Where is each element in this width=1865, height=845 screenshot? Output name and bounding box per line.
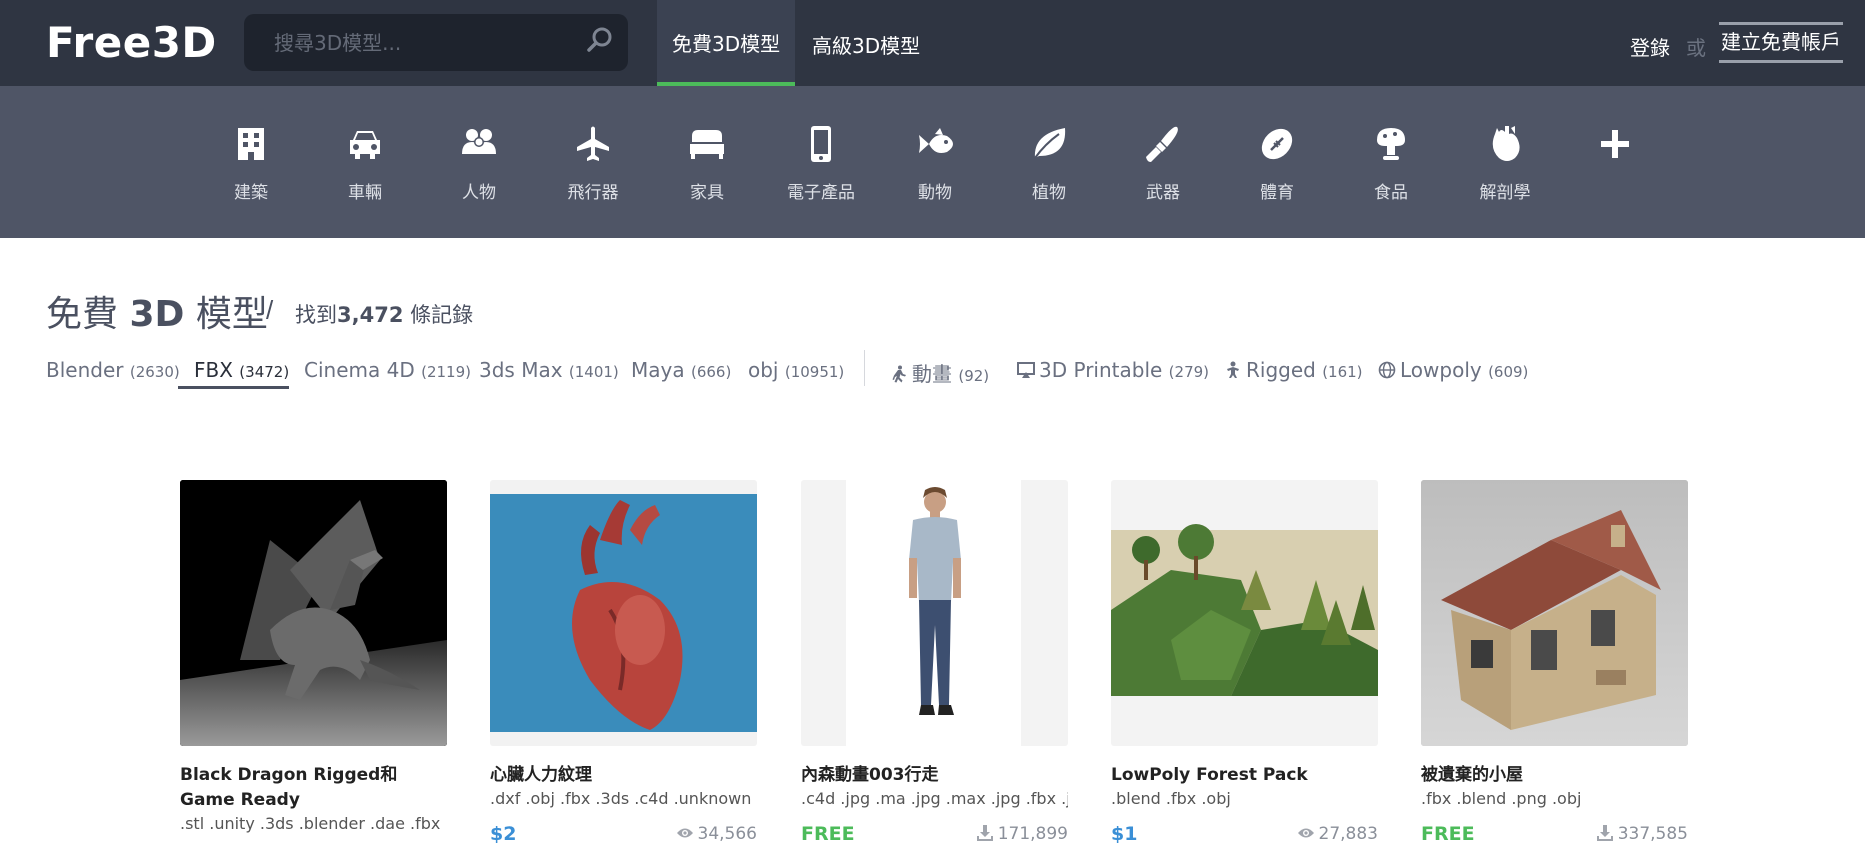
filter-tab-obj[interactable]: obj (10951) (748, 358, 844, 382)
top-navbar: Free3D 免費3D模型 高級3D模型 登錄 或 建立免費帳戶 (0, 0, 1865, 86)
printer-icon (1017, 362, 1035, 378)
model-thumbnail-dragon[interactable] (180, 480, 447, 746)
category-more[interactable] (1558, 86, 1672, 238)
category-label: 電子產品 (787, 183, 855, 203)
model-title[interactable]: 心臟人力紋理 (490, 763, 757, 788)
category-animals[interactable]: 動物 (878, 86, 992, 238)
filter-tab-lowpoly[interactable]: Lowpoly (609) (1378, 358, 1528, 382)
nav-tab-premium-models[interactable]: 高級3D模型 (797, 0, 935, 86)
filter-tab-rigged[interactable]: Rigged (161) (1224, 358, 1363, 382)
category-label: 飛行器 (567, 183, 619, 203)
model-views: 34,566 (676, 824, 757, 844)
category-label: 人物 (462, 183, 496, 203)
eye-icon (676, 828, 693, 838)
anatomy-icon (1492, 126, 1520, 161)
nav-tab-free-models[interactable]: 免費3D模型 (657, 0, 796, 86)
car-icon (350, 131, 380, 159)
category-vehicles[interactable]: 車輛 (308, 86, 422, 238)
filter-tab-animated[interactable]: 動畫 (92) (890, 358, 989, 387)
login-link[interactable]: 登錄 (1630, 32, 1670, 61)
bed-icon (690, 130, 724, 159)
category-furniture[interactable]: 家具 (650, 86, 764, 238)
model-views: 27,883 (1297, 824, 1378, 844)
airplane-icon (577, 126, 609, 161)
model-thumbnail-heart[interactable] (490, 480, 757, 746)
category-label: 植物 (1032, 183, 1066, 203)
rigged-person-icon (1227, 361, 1239, 378)
model-formats: .stl .unity .3ds .blender .dae .fbx .... (180, 814, 447, 833)
download-icon (1596, 825, 1613, 841)
model-thumbnail-walking-man[interactable] (801, 480, 1068, 746)
plus-icon (1601, 130, 1629, 158)
category-label: 解剖學 (1479, 183, 1531, 203)
category-bar: 建築 車輛 人物 飛行器 家具 電子產品 動物 植物 武器 體育 食品 解剖學 (0, 86, 1865, 238)
page-title: 免費 3D 模型 (46, 294, 268, 335)
phone-icon (811, 126, 831, 162)
filter-tab-maya[interactable]: Maya (666) (631, 358, 731, 382)
knife-icon (1146, 126, 1178, 162)
category-label: 體育 (1260, 183, 1294, 203)
record-count: 找到3,472 條記錄 (295, 303, 474, 327)
signup-button[interactable]: 建立免費帳戶 (1719, 22, 1843, 63)
model-price: FREE (1421, 823, 1475, 845)
model-formats: .fbx .blend .png .obj (1421, 789, 1582, 808)
walking-icon (892, 365, 906, 383)
title-separator: / (266, 295, 274, 325)
filter-tab-3dsmax[interactable]: 3ds Max (1401) (479, 358, 619, 382)
search-input[interactable] (274, 31, 574, 55)
football-icon (1261, 128, 1293, 160)
model-formats: .blend .fbx .obj (1111, 789, 1231, 808)
people-icon (462, 129, 496, 154)
active-tab-underline (178, 386, 289, 389)
filter-divider (864, 350, 865, 386)
category-food[interactable]: 食品 (1334, 86, 1448, 238)
model-formats: .c4d .jpg .ma .jpg .max .jpg .fbx .jpg (801, 789, 1068, 808)
model-thumbnail-cabin[interactable] (1421, 480, 1688, 746)
model-title[interactable]: LowPoly Forest Pack (1111, 763, 1378, 788)
download-icon (976, 825, 993, 841)
category-weapons[interactable]: 武器 (1106, 86, 1220, 238)
search-box (244, 14, 628, 71)
category-plants[interactable]: 植物 (992, 86, 1106, 238)
model-price: $1 (1111, 823, 1138, 845)
model-title[interactable]: 被遺棄的小屋 (1421, 763, 1688, 788)
filter-tab-cinema4d[interactable]: Cinema 4D (2119) (304, 358, 471, 382)
search-icon[interactable] (584, 24, 616, 56)
eye-icon (1297, 828, 1314, 838)
leaf-icon (1034, 128, 1066, 159)
category-sports[interactable]: 體育 (1220, 86, 1334, 238)
globe-icon (1378, 361, 1396, 379)
model-downloads: 337,585 (1596, 824, 1688, 844)
model-price: FREE (801, 823, 855, 845)
category-label: 車輛 (348, 183, 382, 203)
model-thumbnail-forest[interactable] (1111, 480, 1378, 746)
building-icon (238, 128, 264, 160)
or-text: 或 (1686, 36, 1706, 60)
filter-tab-blender[interactable]: Blender (2630) (46, 358, 180, 382)
site-logo[interactable]: Free3D (46, 18, 217, 67)
category-anatomy[interactable]: 解剖學 (1448, 86, 1562, 238)
category-label: 食品 (1374, 183, 1408, 203)
category-label: 建築 (234, 183, 268, 203)
filter-tab-3d-printable[interactable]: 3D Printable (279) (1017, 358, 1209, 382)
category-label: 武器 (1146, 183, 1180, 203)
category-electronics[interactable]: 電子產品 (764, 86, 878, 238)
food-icon (1377, 128, 1405, 160)
category-aircraft[interactable]: 飛行器 (536, 86, 650, 238)
category-characters[interactable]: 人物 (422, 86, 536, 238)
fish-icon (919, 128, 953, 153)
filter-tab-fbx[interactable]: FBX (3472) (194, 358, 289, 382)
model-formats: .dxf .obj .fbx .3ds .c4d .unknown (490, 789, 752, 808)
category-architecture[interactable]: 建築 (194, 86, 308, 238)
category-label: 動物 (918, 183, 952, 203)
model-title[interactable]: 內森動畫003行走 (801, 763, 1068, 788)
category-label: 家具 (690, 183, 724, 203)
model-title[interactable]: Black Dragon Rigged和Game Ready (180, 763, 447, 813)
model-price: $2 (490, 823, 517, 845)
model-downloads: 171,899 (976, 824, 1068, 844)
